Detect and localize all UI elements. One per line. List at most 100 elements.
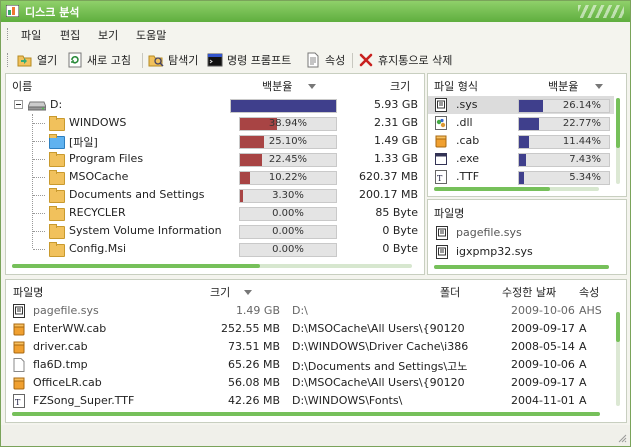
file-attributes: A: [579, 322, 587, 335]
menu-grip[interactable]: [7, 28, 10, 40]
sort-desc-icon[interactable]: [244, 290, 252, 295]
filename-col[interactable]: 파일명: [434, 205, 464, 221]
svg-text:T: T: [15, 398, 21, 407]
filename-item: pagefile.sys: [456, 226, 522, 239]
types-hscroll-thumb[interactable]: [434, 187, 550, 191]
file-row[interactable]: EnterWW.cab 252.55 MB D:\MSOCache\All User…: [6, 320, 610, 338]
file-type-row[interactable]: .exe 7.43%: [428, 150, 614, 168]
tree-hscroll-thumb[interactable]: [12, 264, 260, 268]
tree-folder-row[interactable]: Config.Msi 0.00% 0 Byte: [6, 240, 424, 258]
file-modified-date: 2009-10-06: [511, 358, 575, 371]
file-group-icon: [49, 134, 65, 149]
explorer-button[interactable]: 탐색기: [148, 51, 198, 69]
files-vscroll[interactable]: [616, 312, 620, 406]
file-type-row[interactable]: .sys 26.14%: [428, 96, 614, 114]
file-row[interactable]: fla6D.tmp 65.26 MB D:\Documents and Settin…: [6, 356, 610, 374]
files-col-attr[interactable]: 속성: [579, 284, 599, 300]
resize-grip-icon[interactable]: [617, 433, 627, 443]
filename-hscroll[interactable]: [434, 265, 609, 269]
file-attributes: A: [579, 376, 587, 389]
tree-branch-line: [33, 249, 45, 250]
title-bar[interactable]: 디스크 분석: [1, 1, 630, 22]
delete-label: 휴지통으로 삭제: [378, 54, 453, 67]
files-col-size[interactable]: 크기: [210, 284, 230, 300]
types-col-type[interactable]: 파일 형식: [434, 78, 478, 94]
toolbar-grip[interactable]: [7, 53, 10, 67]
sort-desc-icon[interactable]: [308, 84, 316, 89]
types-hscroll[interactable]: [434, 187, 599, 191]
tree-folder-label: Config.Msi: [69, 242, 127, 255]
files-col-folder[interactable]: 폴더: [440, 284, 460, 300]
tree-root-row[interactable]: D: 5.93 GB: [6, 96, 424, 114]
files-col-date[interactable]: 수정한 날짜: [502, 284, 556, 300]
menu-file[interactable]: 파일: [21, 27, 41, 43]
command-prompt-button[interactable]: 명령 프롬프트: [207, 51, 291, 69]
file-name: fla6D.tmp: [33, 358, 88, 371]
filename-row[interactable]: pagefile.sys: [428, 224, 618, 242]
tree-folder-row[interactable]: [파일] 25.10% 1.49 GB: [6, 132, 424, 150]
files-vscroll-thumb[interactable]: [616, 312, 620, 342]
tree-folder-row[interactable]: Program Files 22.45% 1.33 GB: [6, 150, 424, 168]
file-folder: D:\: [292, 304, 308, 317]
file-type-row[interactable]: T .TTF 5.34%: [428, 168, 614, 186]
file-size: 65.26 MB: [227, 358, 280, 371]
files-hscroll-thumb[interactable]: [12, 412, 600, 416]
types-col-percent[interactable]: 백분율: [548, 78, 578, 94]
folder-icon: [49, 170, 65, 185]
delete-to-recycle-button[interactable]: 휴지통으로 삭제: [358, 51, 452, 69]
tree-branch-line: [33, 213, 45, 214]
file-type-percent: 22.77%: [562, 118, 601, 129]
cab-file-icon: [13, 377, 25, 390]
cab-file-icon: [13, 323, 25, 336]
open-label: 열기: [37, 54, 58, 67]
tree-folder-row[interactable]: Documents and Settings 3.30% 200.17 MB: [6, 186, 424, 204]
open-button[interactable]: 열기: [17, 51, 57, 69]
tree-col-size[interactable]: 크기: [390, 78, 410, 94]
tree-folder-row[interactable]: WINDOWS 38.94% 2.31 GB: [6, 114, 424, 132]
tree-folder-row[interactable]: MSOCache 10.22% 620.37 MB: [6, 168, 424, 186]
file-type-row[interactable]: .cab 11.44%: [428, 132, 614, 150]
tree-hscroll[interactable]: [12, 264, 412, 268]
sort-desc-icon[interactable]: [595, 84, 603, 89]
file-modified-date: 2009-10-06: [511, 304, 575, 317]
file-row[interactable]: driver.cab 73.51 MB D:\WINDOWS\Driver Cach…: [6, 338, 610, 356]
file-folder: D:\WINDOWS\Fonts\: [292, 394, 403, 407]
open-folder-icon: [17, 55, 32, 67]
properties-button[interactable]: 속성: [305, 51, 345, 69]
sys-file-icon: [436, 226, 448, 240]
file-type-row[interactable]: .dll 22.77%: [428, 114, 614, 132]
filename-row[interactable]: igxpmp32.sys: [428, 243, 618, 261]
folder-tree-panel: 이름 백분율 크기 D: 5.93 GB WINDOWS 38.94% 2.31 G…: [5, 73, 425, 275]
files-col-name[interactable]: 파일명: [13, 284, 43, 300]
folder-icon: [49, 206, 65, 221]
file-row[interactable]: pagefile.sys 1.49 GB D:\ 2009-10-06 AHS: [6, 302, 610, 320]
types-vscroll[interactable]: [616, 98, 620, 184]
tree-root-size: 5.93 GB: [373, 98, 418, 111]
font-file-icon: T: [435, 170, 447, 184]
file-row[interactable]: OfficeLR.cab 56.08 MB D:\MSOCache\All User…: [6, 374, 610, 392]
tree-folder-label: [파일]: [69, 136, 98, 149]
tree-folder-row[interactable]: System Volume Information 0.00% 0 Byte: [6, 222, 424, 240]
tree-percent-text: 0.00%: [272, 208, 304, 219]
collapse-icon[interactable]: [14, 100, 23, 109]
files-hscroll[interactable]: [12, 412, 600, 416]
tree-folder-row[interactable]: RECYCLER 0.00% 85 Byte: [6, 204, 424, 222]
file-row[interactable]: T FZSong_Super.TTF 42.26 MB D:\WINDOWS\Font…: [6, 392, 610, 410]
types-vscroll-thumb[interactable]: [616, 98, 620, 148]
font-file-icon: T: [13, 394, 25, 408]
tree-col-percent[interactable]: 백분율: [262, 78, 292, 94]
title-decoration: [578, 5, 624, 18]
tree-percent-bar: 3.30%: [239, 189, 337, 203]
filename-hscroll-thumb[interactable]: [434, 265, 609, 269]
explorer-icon: [148, 55, 164, 67]
dll-file-icon: [435, 116, 447, 130]
file-attributes: A: [579, 340, 587, 353]
file-folder: D:\MSOCache\All Users\{90120: [292, 322, 465, 335]
tree-folder-label: Documents and Settings: [69, 188, 205, 201]
menu-edit[interactable]: 편집: [60, 27, 80, 43]
menu-help[interactable]: 도움말: [136, 27, 166, 43]
folder-icon: [49, 242, 65, 257]
refresh-button[interactable]: 새로 고침: [67, 51, 131, 69]
menu-view[interactable]: 보기: [98, 27, 118, 43]
tree-col-name[interactable]: 이름: [12, 78, 32, 94]
